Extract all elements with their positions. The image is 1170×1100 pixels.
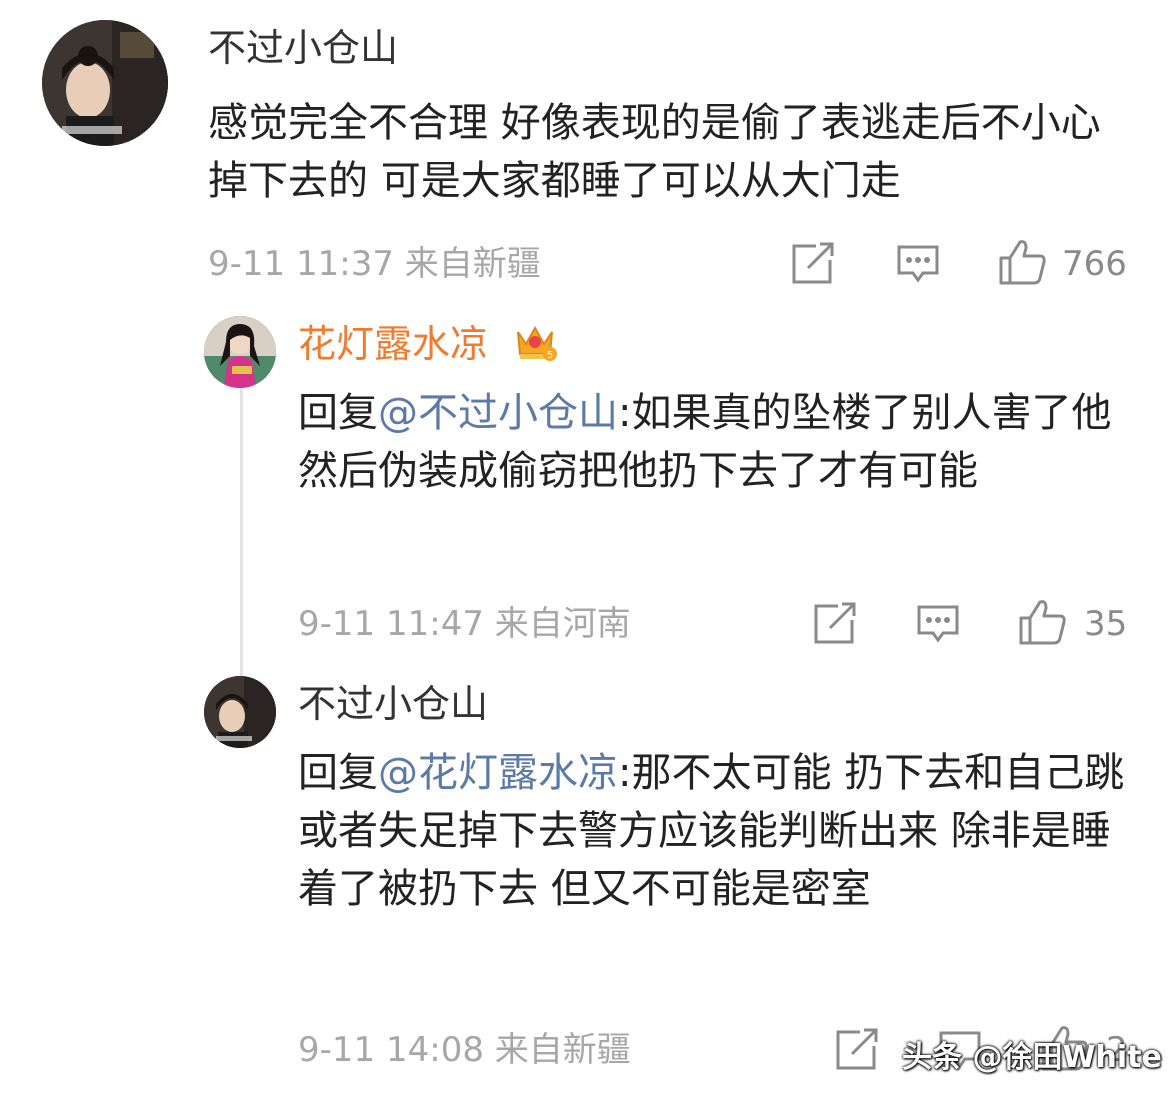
- comment-meta: 9-11 11:37 来自新疆: [208, 244, 541, 284]
- mention-link[interactable]: @花灯露水凉: [378, 750, 618, 796]
- comment-icon[interactable]: [916, 604, 960, 644]
- share-icon[interactable]: [834, 1028, 880, 1072]
- reply-username[interactable]: 不过小仓山: [298, 680, 488, 728]
- thread-line: [240, 378, 243, 676]
- avatar[interactable]: [204, 676, 276, 748]
- share-icon[interactable]: [790, 242, 836, 286]
- thumbs-up-icon[interactable]: [1018, 598, 1068, 646]
- crown-icon: 5: [512, 320, 558, 364]
- reply-meta: 9-11 11:47 来自河南: [298, 604, 631, 644]
- comment-username[interactable]: 不过小仓山: [208, 24, 398, 72]
- reply-prefix: 回复: [298, 390, 378, 436]
- share-icon[interactable]: [812, 602, 858, 646]
- svg-text:5: 5: [547, 350, 553, 361]
- like-count: 35: [1084, 604, 1128, 644]
- comment-text: 感觉完全不合理 好像表现的是偷了表逃走后不小心掉下去的 可是大家都睡了可以从大门…: [208, 100, 1101, 204]
- avatar[interactable]: [42, 20, 168, 146]
- reply-prefix: 回复: [298, 750, 378, 796]
- reply-text: 回复@不过小仓山:如果真的坠楼了别人害了他然后伪装成偷窃把他扔下去了才有可能: [298, 384, 1128, 500]
- comment-icon[interactable]: [896, 244, 940, 284]
- mention-link[interactable]: @不过小仓山: [378, 390, 618, 436]
- watermark: 头条 @徐田White: [902, 1040, 1162, 1075]
- reply-text: 回复@花灯露水凉:那不太可能 扔下去和自己跳或者失足掉下去警方应该能判断出来 除…: [298, 744, 1128, 918]
- reply-username[interactable]: 花灯露水凉: [298, 320, 488, 368]
- thumbs-up-icon[interactable]: [998, 238, 1048, 286]
- like-count: 766: [1062, 244, 1127, 284]
- avatar[interactable]: [204, 316, 276, 388]
- reply-meta: 9-11 14:08 来自新疆: [298, 1030, 631, 1070]
